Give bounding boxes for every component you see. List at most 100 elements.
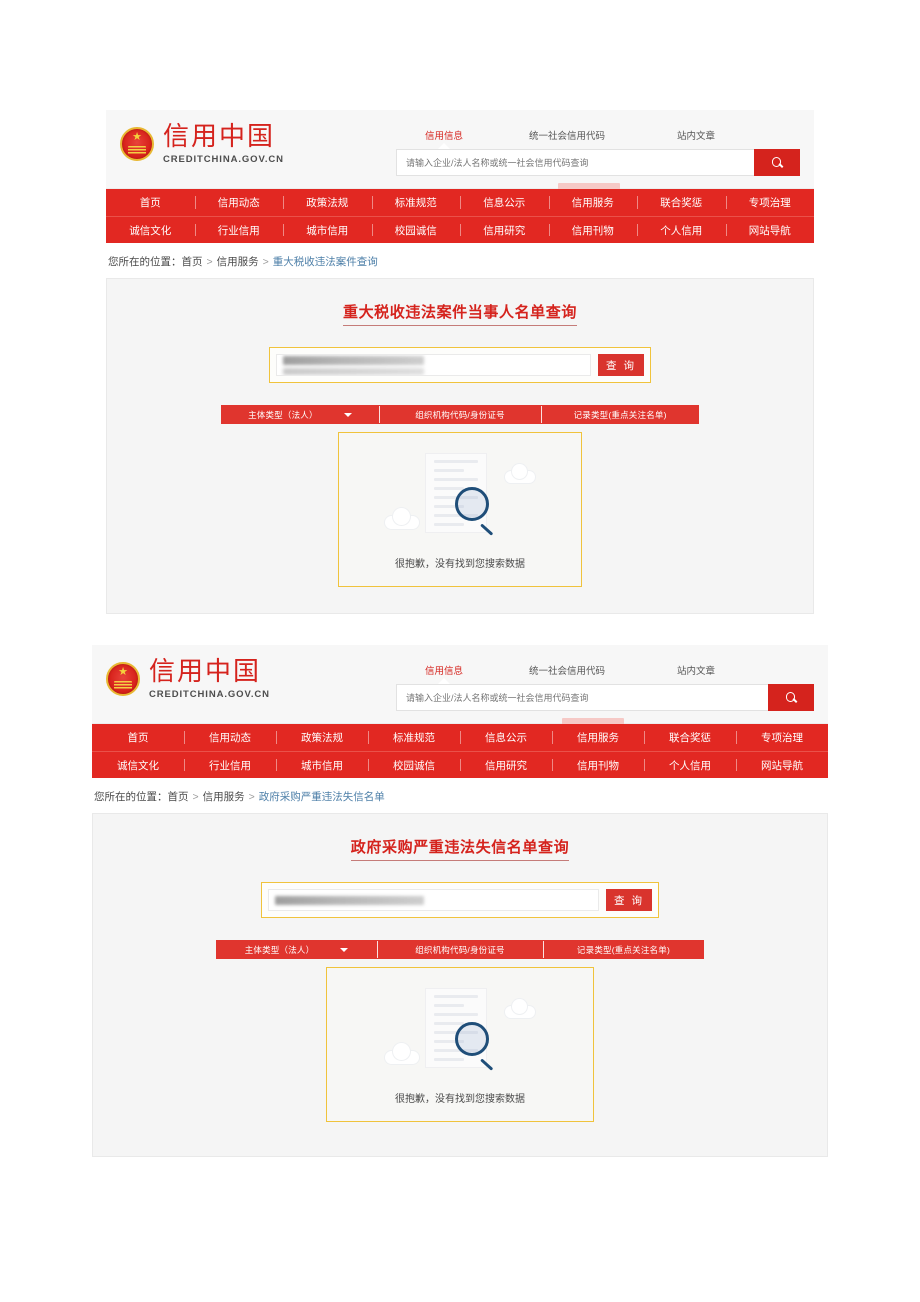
panel-title-wrap: 重大税收违法案件当事人名单查询: [107, 301, 813, 326]
nav-item-disclosure[interactable]: 信息公示: [460, 189, 549, 216]
nav-item-policy-law[interactable]: 政策法规: [283, 189, 372, 216]
page-title: 重大税收违法案件当事人名单查询: [342, 301, 577, 326]
nav-item-credit-publications[interactable]: 信用刊物: [552, 752, 644, 778]
brand-name: 信用中国: [163, 122, 276, 152]
site-header: 信用中国 CREDITCHINA.GOV.CN 信用信息 统一社会信用代码 站内…: [92, 645, 828, 724]
nav-item-industry-credit[interactable]: 行业信用: [194, 217, 284, 243]
search-tab-site-articles[interactable]: 站内文章: [642, 128, 750, 142]
breadcrumb-link-credit-service[interactable]: 信用服务: [203, 791, 245, 803]
search-row: [396, 149, 800, 176]
brand-text: 信用中国 CREDITCHINA.GOV.CN: [163, 124, 284, 165]
query-input[interactable]: [268, 889, 599, 911]
site-brand[interactable]: 信用中国 CREDITCHINA.GOV.CN: [106, 659, 270, 700]
main-nav: 首页 信用动态 政策法规 标准规范 信息公示 信用服务 联合奖惩 专项治理 诚信…: [92, 718, 828, 778]
column-header-label: 主体类型（法人）: [244, 944, 315, 955]
nav-item-credit-publications[interactable]: 信用刊物: [548, 217, 638, 243]
nav-item-standards[interactable]: 标准规范: [371, 189, 461, 216]
breadcrumb: 您所在的位置：首页 > 信用服务 > 政府采购严重违法失信名单: [92, 778, 828, 813]
nav-row-1: 首页 信用动态 政策法规 标准规范 信息公示 信用服务 联合奖惩 专项治理: [106, 189, 814, 216]
main-nav: 首页 信用动态 政策法规 标准规范 信息公示 信用服务 联合奖惩 专项治理 诚信…: [106, 183, 815, 243]
nav-item-site-map[interactable]: 网站导航: [725, 217, 815, 243]
nav-item-industry-credit[interactable]: 行业信用: [184, 752, 276, 778]
redacted-value: [275, 895, 424, 905]
screenshot-block-2: 信用中国 CREDITCHINA.GOV.CN 信用信息 统一社会信用代码 站内…: [92, 645, 828, 1157]
search-tab-unified-code[interactable]: 统一社会信用代码: [492, 663, 642, 677]
nav-item-integrity-culture[interactable]: 诚信文化: [92, 752, 184, 778]
column-header-org-id: 组织机构代码/身份证号: [377, 940, 543, 959]
nav-item-standards[interactable]: 标准规范: [368, 724, 460, 751]
brand-name: 信用中国: [149, 657, 262, 687]
redacted-line: [283, 367, 425, 375]
nav-item-credit-research[interactable]: 信用研究: [460, 752, 552, 778]
breadcrumb-separator: >: [192, 791, 199, 803]
breadcrumb: 您所在的位置：首页 > 信用服务 > 重大税收违法案件查询: [106, 243, 814, 278]
nav-row-1: 首页 信用动态 政策法规 标准规范 信息公示 信用服务 联合奖惩 专项治理: [92, 724, 828, 751]
header-search: 信用信息 统一社会信用代码 站内文章: [396, 659, 814, 711]
cloud-icon: [505, 464, 535, 483]
magnifier-icon: [455, 487, 489, 521]
breadcrumb-separator: >: [262, 256, 269, 268]
nav-item-policy-law[interactable]: 政策法规: [276, 724, 368, 751]
nav-item-personal-credit[interactable]: 个人信用: [644, 752, 736, 778]
nav-item-special-governance[interactable]: 专项治理: [736, 724, 828, 751]
empty-state-message: 很抱歉，没有找到您搜索数据: [395, 1094, 525, 1105]
search-submit-button[interactable]: [768, 684, 814, 711]
nav-item-city-credit[interactable]: 城市信用: [283, 217, 372, 243]
nav-item-credit-news[interactable]: 信用动态: [194, 189, 284, 216]
search-tab-credit-info[interactable]: 信用信息: [396, 663, 492, 677]
brand-domain: CREDITCHINA.GOV.CN: [149, 689, 270, 700]
search-tab-site-articles[interactable]: 站内文章: [642, 663, 750, 677]
query-submit-button[interactable]: 查 询: [606, 889, 652, 911]
nav-item-joint-rewards[interactable]: 联合奖惩: [637, 189, 726, 216]
search-icon: [785, 692, 797, 703]
redacted-line: [275, 895, 424, 905]
nav-item-credit-research[interactable]: 信用研究: [460, 217, 549, 243]
brand-text: 信用中国 CREDITCHINA.GOV.CN: [149, 659, 270, 700]
site-brand[interactable]: 信用中国 CREDITCHINA.GOV.CN: [120, 124, 284, 165]
breadcrumb-link-credit-service[interactable]: 信用服务: [217, 256, 259, 268]
column-header-subject-type[interactable]: 主体类型（法人）: [221, 405, 379, 424]
search-row: [396, 684, 814, 711]
query-panel: 政府采购严重违法失信名单查询 查 询 主体类型（法人） 组织机构代码/身份证号 …: [92, 813, 828, 1157]
redacted-line: [283, 355, 425, 365]
nav-item-credit-service[interactable]: 信用服务: [548, 189, 638, 216]
search-tabs: 信用信息 统一社会信用代码 站内文章: [396, 663, 814, 684]
breadcrumb-link-home[interactable]: 首页: [168, 791, 189, 803]
nav-item-campus-integrity[interactable]: 校园诚信: [368, 752, 460, 778]
header-search: 信用信息 统一社会信用代码 站内文章: [396, 124, 800, 176]
nav-item-home[interactable]: 首页: [106, 189, 195, 216]
nav-item-credit-news[interactable]: 信用动态: [184, 724, 276, 751]
search-input[interactable]: [396, 684, 768, 711]
nav-item-integrity-culture[interactable]: 诚信文化: [106, 217, 195, 243]
query-box: 查 询: [269, 347, 651, 383]
search-tab-unified-code[interactable]: 统一社会信用代码: [492, 128, 642, 142]
breadcrumb-separator: >: [248, 791, 255, 803]
query-submit-button[interactable]: 查 询: [598, 354, 644, 376]
breadcrumb-prefix: 您所在的位置：: [94, 791, 168, 803]
query-input[interactable]: [276, 354, 591, 376]
column-header-subject-type[interactable]: 主体类型（法人）: [216, 940, 377, 959]
nav-item-campus-integrity[interactable]: 校园诚信: [371, 217, 461, 243]
search-tabs: 信用信息 统一社会信用代码 站内文章: [396, 128, 800, 149]
chevron-down-icon: [343, 412, 352, 417]
breadcrumb-separator: >: [206, 256, 213, 268]
query-panel: 重大税收违法案件当事人名单查询 查 询 主体类型（法人） 组织机构代码/身份证号: [106, 278, 814, 614]
nav-item-personal-credit[interactable]: 个人信用: [637, 217, 726, 243]
nav-item-home[interactable]: 首页: [92, 724, 184, 751]
nav-item-special-governance[interactable]: 专项治理: [725, 189, 815, 216]
nav-item-city-credit[interactable]: 城市信用: [276, 752, 368, 778]
page-root: 信用中国 CREDITCHINA.GOV.CN 信用信息 统一社会信用代码 站内…: [0, 0, 920, 1302]
column-header-record-type: 记录类型(重点关注名单): [542, 940, 704, 959]
nav-item-disclosure[interactable]: 信息公示: [460, 724, 552, 751]
cloud-icon: [505, 999, 535, 1018]
nav-item-credit-service[interactable]: 信用服务: [552, 724, 644, 751]
search-input[interactable]: [396, 149, 754, 176]
search-tab-credit-info[interactable]: 信用信息: [396, 128, 492, 142]
nav-item-joint-rewards[interactable]: 联合奖惩: [644, 724, 736, 751]
nav-item-site-map[interactable]: 网站导航: [736, 752, 828, 778]
breadcrumb-link-home[interactable]: 首页: [182, 256, 203, 268]
national-emblem-icon: [106, 662, 140, 697]
search-icon: [771, 157, 783, 168]
search-submit-button[interactable]: [754, 149, 800, 176]
column-header-label: 主体类型（法人）: [248, 409, 318, 420]
